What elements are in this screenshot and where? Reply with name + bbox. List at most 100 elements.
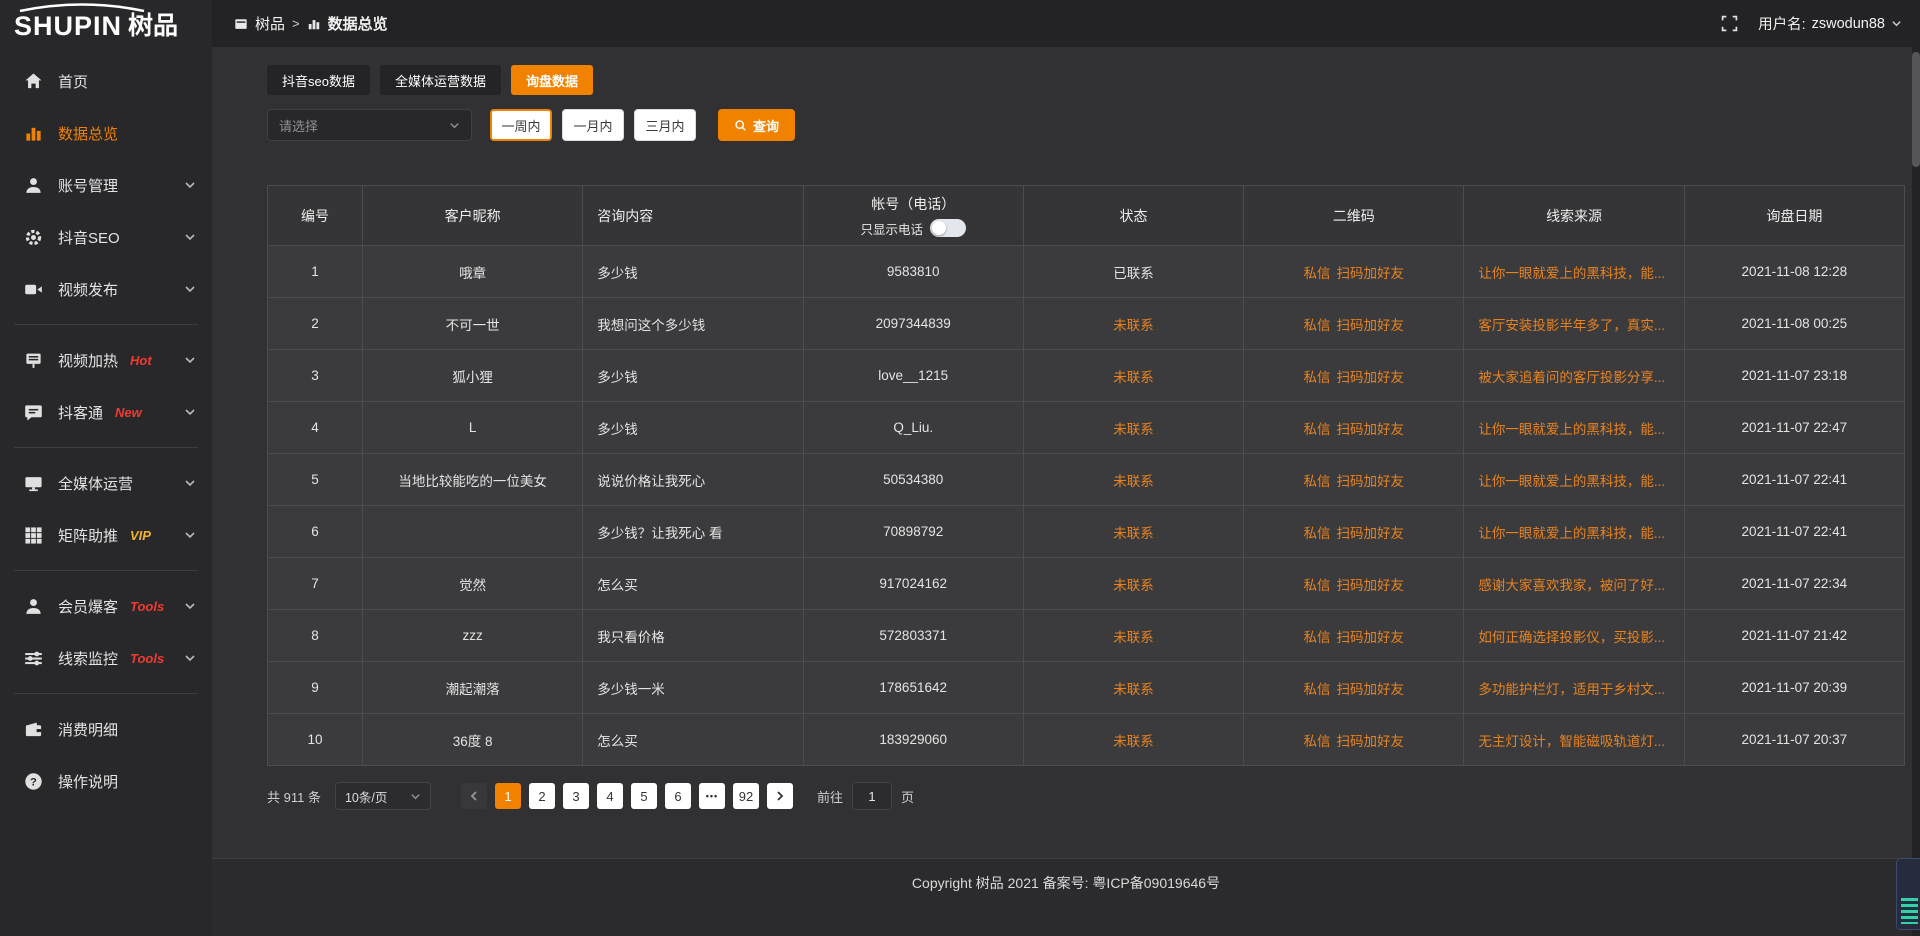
cell-content: 多少钱？让我死心 看 <box>583 506 803 558</box>
pagination-page-3[interactable]: 3 <box>563 783 589 809</box>
tab-media-operation-data[interactable]: 全媒体运营数据 <box>380 65 501 95</box>
pagination-page-92[interactable]: 92 <box>733 783 759 809</box>
private-message-link[interactable]: 私信 <box>1304 678 1331 698</box>
cell-source[interactable]: 让你一眼就爱上的黑科技，能... <box>1464 402 1684 454</box>
range-button-quarter[interactable]: 三月内 <box>634 109 696 141</box>
chevron-down-icon <box>184 600 196 612</box>
chevron-down-icon <box>1891 18 1902 29</box>
sidebar-item-matrix-boost[interactable]: 矩阵助推VIP <box>0 509 212 561</box>
sidebar-item-home[interactable]: 首页 <box>0 55 212 107</box>
goto-page-input[interactable] <box>852 782 892 810</box>
scan-add-friend-link[interactable]: 扫码加好友 <box>1337 314 1405 334</box>
phone-only-toggle[interactable] <box>930 219 966 237</box>
pagination-page-6[interactable]: 6 <box>665 783 691 809</box>
cell-no: 2 <box>268 298 363 350</box>
cell-date: 2021-11-07 23:18 <box>1685 350 1905 402</box>
video-icon <box>24 280 43 299</box>
cell-content: 我只看价格 <box>583 610 803 662</box>
private-message-link[interactable]: 私信 <box>1304 262 1331 282</box>
cell-source[interactable]: 感谢大家喜欢我家，被问了好... <box>1464 558 1684 610</box>
chevron-down-icon <box>184 283 196 295</box>
scan-add-friend-link[interactable]: 扫码加好友 <box>1337 574 1405 594</box>
filter-bar: 请选择 一周内一月内三月内 查询 <box>267 109 1905 141</box>
col-header-qrcode: 二维码 <box>1244 186 1464 246</box>
scan-add-friend-link[interactable]: 扫码加好友 <box>1337 470 1405 490</box>
scan-add-friend-link[interactable]: 扫码加好友 <box>1337 522 1405 542</box>
pagination-prev-button[interactable] <box>461 783 487 809</box>
cell-source[interactable]: 让你一眼就爱上的黑科技，能... <box>1464 246 1684 298</box>
cell-account: 50534380 <box>804 454 1024 506</box>
cell-source[interactable]: 无主灯设计，智能磁吸轨道灯... <box>1464 714 1684 766</box>
sidebar-item-instructions[interactable]: ?操作说明 <box>0 755 212 807</box>
query-button[interactable]: 查询 <box>718 109 795 141</box>
fullscreen-icon[interactable] <box>1721 15 1738 32</box>
cell-nickname: 潮起潮落 <box>363 662 583 714</box>
sidebar-item-video-publish[interactable]: 视频发布 <box>0 263 212 315</box>
cell-source[interactable]: 让你一眼就爱上的黑科技，能... <box>1464 454 1684 506</box>
private-message-link[interactable]: 私信 <box>1304 470 1331 490</box>
private-message-link[interactable]: 私信 <box>1304 574 1331 594</box>
pagination-next-button[interactable] <box>767 783 793 809</box>
scan-add-friend-link[interactable]: 扫码加好友 <box>1337 418 1405 438</box>
breadcrumb-root[interactable]: 树品 <box>255 13 285 34</box>
page-size-select[interactable]: 10条/页 <box>335 782 431 810</box>
cell-qrcode: 私信扫码加好友 <box>1244 246 1464 298</box>
cell-content: 我想问这个多少钱 <box>583 298 803 350</box>
qr-links: 私信扫码加好友 <box>1304 522 1405 542</box>
home-icon <box>24 72 43 91</box>
private-message-link[interactable]: 私信 <box>1304 730 1331 750</box>
page-footer: Copyright 树品 2021 备案号: 粤ICP备09019646号 <box>212 858 1920 936</box>
sidebar-item-douketong[interactable]: 抖客通New <box>0 386 212 438</box>
cell-source[interactable]: 如何正确选择投影仪，买投影... <box>1464 610 1684 662</box>
pagination-page-5[interactable]: 5 <box>631 783 657 809</box>
logo[interactable]: SHUPIN 树品 <box>0 0 212 47</box>
sidebar-divider <box>14 693 198 694</box>
sidebar-item-clue-monitor[interactable]: 线索监控Tools <box>0 632 212 684</box>
logo-text-cn: 树品 <box>128 14 178 39</box>
cell-source[interactable]: 客厅安装投影半年多了，真实... <box>1464 298 1684 350</box>
private-message-link[interactable]: 私信 <box>1304 626 1331 646</box>
sidebar-item-account-manage[interactable]: 账号管理 <box>0 159 212 211</box>
user-menu[interactable]: 用户名: zswodun88 <box>1758 13 1902 34</box>
chevron-down-icon <box>184 354 196 366</box>
cell-account: Q_Liu. <box>804 402 1024 454</box>
tab-douyin-seo-data[interactable]: 抖音seo数据 <box>267 65 370 95</box>
cell-date: 2021-11-08 12:28 <box>1685 246 1905 298</box>
breadcrumb-separator: > <box>292 16 300 31</box>
range-button-week[interactable]: 一周内 <box>490 109 552 141</box>
pagination-page-1[interactable]: 1 <box>495 783 521 809</box>
col-header-date: 询盘日期 <box>1685 186 1905 246</box>
private-message-link[interactable]: 私信 <box>1304 522 1331 542</box>
floating-widget[interactable] <box>1896 858 1920 930</box>
sidebar-divider <box>14 324 198 325</box>
tab-inquiry-data[interactable]: 询盘数据 <box>511 65 593 95</box>
cell-source[interactable]: 让你一眼就爱上的黑科技，能... <box>1464 506 1684 558</box>
sidebar-item-douyin-seo[interactable]: 抖音SEO <box>0 211 212 263</box>
cell-qrcode: 私信扫码加好友 <box>1244 714 1464 766</box>
pagination-page-4[interactable]: 4 <box>597 783 623 809</box>
private-message-link[interactable]: 私信 <box>1304 418 1331 438</box>
sidebar-item-expense-detail[interactable]: 消费明细 <box>0 703 212 755</box>
scrollbar-thumb[interactable] <box>1912 52 1920 167</box>
cell-source[interactable]: 多功能护栏灯，适用于乡村文... <box>1464 662 1684 714</box>
scan-add-friend-link[interactable]: 扫码加好友 <box>1337 366 1405 386</box>
cell-status: 未联系 <box>1024 454 1244 506</box>
sidebar-item-member-baoke[interactable]: 会员爆客Tools <box>0 580 212 632</box>
range-button-month[interactable]: 一月内 <box>562 109 624 141</box>
scan-add-friend-link[interactable]: 扫码加好友 <box>1337 262 1405 282</box>
date-filter-select[interactable]: 请选择 <box>267 109 472 141</box>
username: zswodun88 <box>1812 16 1885 32</box>
private-message-link[interactable]: 私信 <box>1304 314 1331 334</box>
scan-add-friend-link[interactable]: 扫码加好友 <box>1337 678 1405 698</box>
sidebar-item-media-operation[interactable]: 全媒体运营 <box>0 457 212 509</box>
sidebar-item-data-overview[interactable]: 数据总览 <box>0 107 212 159</box>
pagination-ellipsis[interactable]: ••• <box>699 783 725 809</box>
pagination-page-2[interactable]: 2 <box>529 783 555 809</box>
private-message-link[interactable]: 私信 <box>1304 366 1331 386</box>
pagination-pages: 123456 ••• 92 <box>457 783 797 809</box>
scan-add-friend-link[interactable]: 扫码加好友 <box>1337 730 1405 750</box>
qr-links: 私信扫码加好友 <box>1304 626 1405 646</box>
cell-source[interactable]: 被大家追着问的客厅投影分享... <box>1464 350 1684 402</box>
sidebar-item-video-heat[interactable]: 视频加热Hot <box>0 334 212 386</box>
scan-add-friend-link[interactable]: 扫码加好友 <box>1337 626 1405 646</box>
